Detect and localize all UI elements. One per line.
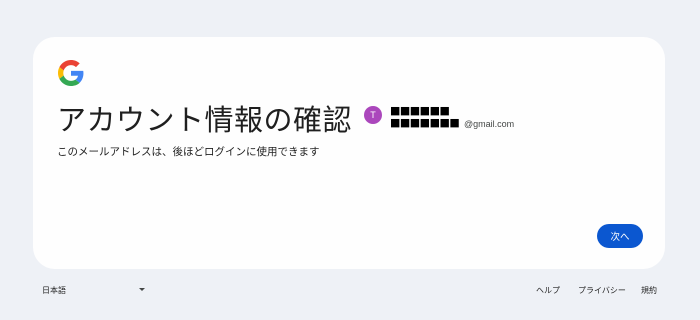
avatar: T — [364, 106, 382, 124]
email-domain: @gmail.com — [464, 119, 515, 129]
help-link[interactable]: ヘルプ — [536, 285, 560, 296]
language-select[interactable]: 日本語 — [42, 284, 148, 296]
google-logo-icon — [58, 60, 84, 86]
caret-down-icon — [139, 288, 145, 291]
page-subtitle: このメールアドレスは、後ほどログインに使用できます — [57, 146, 320, 158]
next-button[interactable]: 次へ — [597, 224, 643, 248]
verify-account-card: アカウント情報の確認 このメールアドレスは、後ほどログインに使用できます T ■… — [33, 37, 665, 269]
footer: 日本語 ヘルプ プライバシー 規約 — [0, 280, 700, 300]
privacy-link[interactable]: プライバシー — [578, 285, 626, 296]
terms-link[interactable]: 規約 — [641, 285, 657, 296]
page-title: アカウント情報の確認 — [57, 105, 353, 137]
masked-account-name: ■■■■■■ — [390, 104, 450, 117]
masked-email-local: ■■■■■■■ — [390, 116, 460, 129]
language-label: 日本語 — [42, 286, 66, 295]
